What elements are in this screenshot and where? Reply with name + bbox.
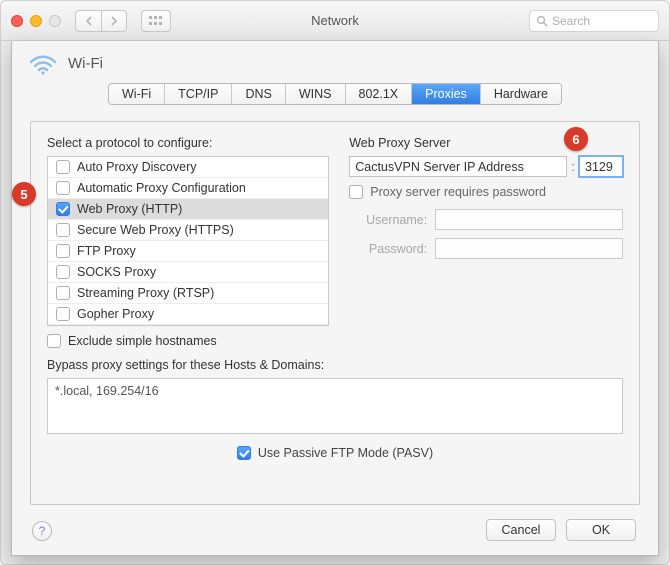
protocol-label: Streaming Proxy (RTSP) bbox=[77, 286, 214, 300]
protocol-item[interactable]: FTP Proxy bbox=[48, 241, 328, 262]
protocol-checkbox[interactable] bbox=[56, 286, 70, 300]
password-label: Password: bbox=[349, 242, 427, 256]
protocol-checkbox[interactable] bbox=[56, 307, 70, 321]
close-window-button[interactable] bbox=[11, 15, 23, 27]
minimize-window-button[interactable] bbox=[30, 15, 42, 27]
protocols-heading: Select a protocol to configure: bbox=[47, 136, 329, 150]
back-button[interactable] bbox=[75, 10, 101, 32]
bypass-heading: Bypass proxy settings for these Hosts & … bbox=[47, 358, 623, 372]
protocol-label: SOCKS Proxy bbox=[77, 265, 156, 279]
settings-sheet: Wi-Fi Wi-FiTCP/IPDNSWINS802.1XProxiesHar… bbox=[11, 41, 659, 556]
tab-hardware[interactable]: Hardware bbox=[481, 84, 561, 104]
titlebar: Network Search bbox=[1, 1, 669, 41]
proxy-port-field[interactable] bbox=[579, 156, 623, 177]
forward-button[interactable] bbox=[101, 10, 127, 32]
window-controls bbox=[11, 15, 61, 27]
proxy-host-field[interactable] bbox=[349, 156, 567, 177]
protocol-checkbox[interactable] bbox=[56, 265, 70, 279]
requires-password-label: Proxy server requires password bbox=[370, 185, 546, 199]
help-button[interactable]: ? bbox=[32, 521, 52, 541]
username-label: Username: bbox=[349, 213, 427, 227]
search-icon bbox=[536, 15, 548, 27]
grid-icon bbox=[149, 16, 163, 26]
protocol-item[interactable]: Streaming Proxy (RTSP) bbox=[48, 283, 328, 304]
sheet-container: Wi-Fi Wi-FiTCP/IPDNSWINS802.1XProxiesHar… bbox=[11, 41, 659, 556]
protocol-item[interactable]: Automatic Proxy Configuration bbox=[48, 178, 328, 199]
protocol-checkbox[interactable] bbox=[56, 223, 70, 237]
protocol-checkbox[interactable] bbox=[56, 244, 70, 258]
cancel-button[interactable]: Cancel bbox=[486, 519, 556, 541]
search-field[interactable]: Search bbox=[529, 10, 659, 32]
show-all-button[interactable] bbox=[141, 10, 171, 32]
preferences-window: Network Search bbox=[0, 0, 670, 565]
host-port-separator: : bbox=[571, 159, 575, 174]
password-field bbox=[435, 238, 623, 259]
exclude-hostnames-checkbox[interactable] bbox=[47, 334, 61, 348]
wifi-icon bbox=[28, 51, 58, 75]
protocol-checkbox[interactable] bbox=[56, 160, 70, 174]
tab-wins[interactable]: WINS bbox=[286, 84, 346, 104]
protocol-item[interactable]: Auto Proxy Discovery bbox=[48, 157, 328, 178]
protocol-item[interactable]: Web Proxy (HTTP) bbox=[48, 199, 328, 220]
tab-tcp-ip[interactable]: TCP/IP bbox=[165, 84, 232, 104]
tab-proxies[interactable]: Proxies bbox=[412, 84, 481, 104]
username-field bbox=[435, 209, 623, 230]
requires-password-checkbox[interactable] bbox=[349, 185, 363, 199]
interface-name: Wi-Fi bbox=[68, 55, 103, 72]
protocol-checkbox[interactable] bbox=[56, 202, 70, 216]
zoom-window-button[interactable] bbox=[49, 15, 61, 27]
protocol-label: FTP Proxy bbox=[77, 244, 136, 258]
protocol-label: Gopher Proxy bbox=[77, 307, 154, 321]
callout-badge-6: 6 bbox=[564, 127, 588, 151]
protocol-item[interactable]: Secure Web Proxy (HTTPS) bbox=[48, 220, 328, 241]
bypass-value: *.local, 169.254/16 bbox=[55, 384, 159, 398]
tab-dns[interactable]: DNS bbox=[232, 84, 285, 104]
protocol-item[interactable]: Gopher Proxy bbox=[48, 304, 328, 325]
protocol-list[interactable]: Auto Proxy Discovery Automatic Proxy Conf… bbox=[47, 156, 329, 326]
pasv-label: Use Passive FTP Mode (PASV) bbox=[258, 446, 433, 460]
tab-strip: Wi-FiTCP/IPDNSWINS802.1XProxiesHardware bbox=[12, 83, 658, 105]
protocol-checkbox[interactable] bbox=[56, 181, 70, 195]
exclude-hostnames-label: Exclude simple hostnames bbox=[68, 334, 217, 348]
protocol-item[interactable]: SOCKS Proxy bbox=[48, 262, 328, 283]
proxies-panel: Select a protocol to configure: Auto Pro… bbox=[30, 121, 640, 505]
pasv-checkbox[interactable] bbox=[237, 446, 251, 460]
callout-badge-5: 5 bbox=[12, 182, 36, 206]
sheet-header: Wi-Fi bbox=[12, 41, 658, 83]
tab-802-1x[interactable]: 802.1X bbox=[346, 84, 413, 104]
dialog-buttons: Cancel OK bbox=[486, 519, 636, 541]
protocol-label: Web Proxy (HTTP) bbox=[77, 202, 182, 216]
search-placeholder: Search bbox=[552, 14, 590, 28]
bypass-textarea[interactable]: *.local, 169.254/16 bbox=[47, 378, 623, 434]
protocol-label: Automatic Proxy Configuration bbox=[77, 181, 246, 195]
protocol-label: Auto Proxy Discovery bbox=[77, 160, 196, 174]
tab-wi-fi[interactable]: Wi-Fi bbox=[109, 84, 165, 104]
protocol-label: Secure Web Proxy (HTTPS) bbox=[77, 223, 234, 237]
ok-button[interactable]: OK bbox=[566, 519, 636, 541]
back-forward bbox=[75, 10, 127, 32]
